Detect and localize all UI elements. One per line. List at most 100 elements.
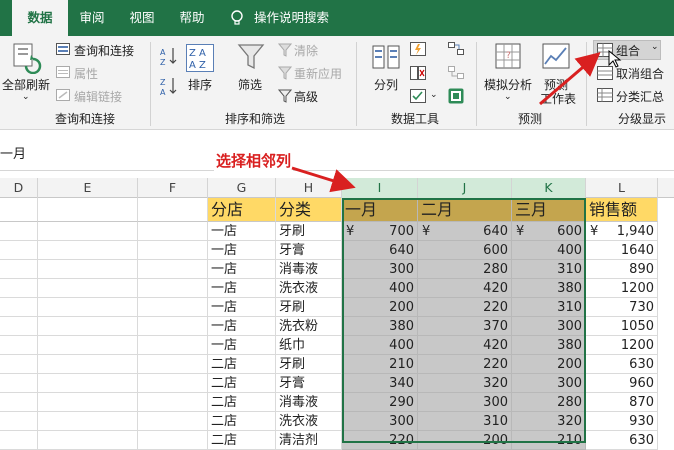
cell-jan[interactable]: 210 (342, 355, 418, 374)
cell-sales[interactable]: 890 (586, 260, 658, 279)
cell[interactable] (0, 241, 38, 260)
cell[interactable] (38, 431, 138, 450)
sort-ascending-icon[interactable]: AZ (160, 46, 178, 67)
cell[interactable] (38, 336, 138, 355)
cell-feb[interactable]: 420 (418, 279, 512, 298)
cell[interactable] (38, 241, 138, 260)
cell-jan[interactable]: 220 (342, 431, 418, 450)
cell-feb[interactable]: ¥640 (418, 222, 512, 241)
header-mar[interactable]: 三月 (512, 198, 586, 222)
column-header-h[interactable]: H (276, 178, 342, 198)
cell-category[interactable]: 洗衣液 (276, 412, 342, 431)
cell[interactable] (138, 317, 208, 336)
column-header-l[interactable]: L (586, 178, 658, 198)
subtotal-button[interactable]: 分类汇总 (616, 88, 664, 105)
ungroup-button[interactable]: 取消组合 (616, 65, 664, 82)
refresh-dropdown-icon[interactable]: ⌄ (22, 92, 30, 102)
cell[interactable] (38, 198, 138, 222)
cell[interactable] (0, 393, 38, 412)
cell[interactable] (38, 355, 138, 374)
cell-category[interactable]: 牙刷 (276, 355, 342, 374)
cell-feb[interactable]: 420 (418, 336, 512, 355)
clear-button[interactable]: 清除 (294, 42, 318, 59)
cell[interactable] (38, 393, 138, 412)
column-header-d[interactable]: D (0, 178, 38, 198)
column-header-f[interactable]: F (138, 178, 208, 198)
cell-sales[interactable]: 870 (586, 393, 658, 412)
what-if-dropdown-icon[interactable]: ⌄ (504, 92, 512, 102)
cell-jan[interactable]: 200 (342, 298, 418, 317)
cell-jan[interactable]: 400 (342, 336, 418, 355)
cell[interactable] (0, 355, 38, 374)
cell-store[interactable]: 一店 (208, 336, 276, 355)
cell-mar[interactable]: ¥600 (512, 222, 586, 241)
cell-mar[interactable]: 400 (512, 241, 586, 260)
cell[interactable] (0, 298, 38, 317)
cell-category[interactable]: 牙膏 (276, 374, 342, 393)
cell-feb[interactable]: 300 (418, 393, 512, 412)
cell-category[interactable]: 消毒液 (276, 260, 342, 279)
cell-jan[interactable]: 380 (342, 317, 418, 336)
header-feb[interactable]: 二月 (418, 198, 512, 222)
cell-feb[interactable]: 370 (418, 317, 512, 336)
what-if-analysis-button[interactable]: 模拟分析 (484, 76, 532, 93)
cell-sales[interactable]: 1200 (586, 336, 658, 355)
cell[interactable] (0, 260, 38, 279)
column-header-i[interactable]: I (342, 178, 418, 198)
edit-links-button[interactable]: 编辑链接 (74, 88, 122, 105)
cell-store[interactable]: 二店 (208, 355, 276, 374)
cell-store[interactable]: 一店 (208, 241, 276, 260)
filter-button[interactable]: 筛选 (238, 76, 262, 93)
cell-mar[interactable]: 280 (512, 393, 586, 412)
validation-dropdown-icon[interactable]: ⌄ (430, 90, 438, 100)
tab-review[interactable]: 审阅 (72, 0, 112, 36)
cell[interactable] (138, 412, 208, 431)
cell-mar[interactable]: 320 (512, 412, 586, 431)
cell-sales[interactable]: 930 (586, 412, 658, 431)
cell-sales[interactable]: 1640 (586, 241, 658, 260)
column-header-k[interactable]: K (512, 178, 586, 198)
column-header-g[interactable]: G (208, 178, 276, 198)
cell[interactable] (138, 279, 208, 298)
text-to-columns-button[interactable]: 分列 (374, 76, 398, 93)
cell-sales[interactable]: 730 (586, 298, 658, 317)
cell[interactable] (138, 374, 208, 393)
consolidate-icon[interactable] (448, 42, 464, 56)
cell-jan[interactable]: 640 (342, 241, 418, 260)
cell[interactable] (138, 298, 208, 317)
cell-store[interactable]: 一店 (208, 222, 276, 241)
cell[interactable] (0, 374, 38, 393)
cell[interactable] (138, 336, 208, 355)
cell-category[interactable]: 消毒液 (276, 393, 342, 412)
cell[interactable] (38, 374, 138, 393)
relationships-icon[interactable] (448, 66, 464, 80)
header-jan[interactable]: 一月 (342, 198, 418, 222)
advanced-button[interactable]: 高级 (294, 88, 318, 105)
tab-view[interactable]: 视图 (122, 0, 162, 36)
reapply-button[interactable]: 重新应用 (294, 65, 342, 82)
column-header-e[interactable]: E (38, 178, 138, 198)
cell-sales[interactable]: 630 (586, 431, 658, 450)
cell-store[interactable]: 一店 (208, 260, 276, 279)
cell-jan[interactable]: 300 (342, 260, 418, 279)
cell-mar[interactable]: 380 (512, 336, 586, 355)
cell-category[interactable]: 洗衣粉 (276, 317, 342, 336)
cell-store[interactable]: 一店 (208, 279, 276, 298)
cell-mar[interactable]: 310 (512, 260, 586, 279)
cell-feb[interactable]: 310 (418, 412, 512, 431)
cell[interactable] (0, 198, 38, 222)
cell-feb[interactable]: 200 (418, 431, 512, 450)
cell-store[interactable]: 一店 (208, 317, 276, 336)
properties-button[interactable]: 属性 (74, 65, 98, 82)
cell-sales[interactable]: 1050 (586, 317, 658, 336)
formula-bar-value[interactable]: 一月 (0, 143, 26, 162)
cell-mar[interactable]: 200 (512, 355, 586, 374)
cell[interactable] (0, 431, 38, 450)
cell-category[interactable]: 牙刷 (276, 222, 342, 241)
cell[interactable] (0, 222, 38, 241)
cell-category[interactable]: 纸巾 (276, 336, 342, 355)
cell-category[interactable]: 牙膏 (276, 241, 342, 260)
cell-feb[interactable]: 280 (418, 260, 512, 279)
cell-sales[interactable]: 630 (586, 355, 658, 374)
cell-mar[interactable]: 310 (512, 298, 586, 317)
